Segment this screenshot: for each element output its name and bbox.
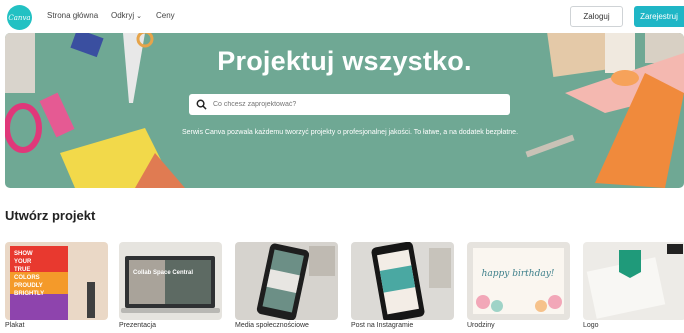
hero-title: Projektuj wszystko. <box>217 46 472 76</box>
canva-logo[interactable]: Canva <box>7 5 32 30</box>
card-social-media-label[interactable]: Media społecznościowe <box>235 322 309 329</box>
signup-button[interactable]: Zarejestruj <box>634 6 684 27</box>
card-birthday[interactable]: happy birthday! <box>467 242 570 320</box>
poster-line-4: COLORS <box>14 275 40 281</box>
nav-discover-menu[interactable]: Odkryj ⌄ <box>111 11 142 20</box>
login-button[interactable]: Zaloguj <box>570 6 623 27</box>
poster-line-5: PROUDLY <box>14 283 43 289</box>
presentation-thumb-text: Collab Space Central <box>133 270 193 276</box>
presentation-thumbnail: Collab Space Central <box>119 242 222 320</box>
card-instagram-post[interactable] <box>351 242 454 320</box>
section-title: Utwórz projekt <box>5 208 96 223</box>
card-instagram-post-label[interactable]: Post na Instagramie <box>351 322 413 329</box>
card-logo[interactable] <box>583 242 684 320</box>
hero-banner: Projektuj wszystko. Serwis Canva pozwala… <box>5 33 684 188</box>
card-presentation[interactable]: Collab Space Central <box>119 242 222 320</box>
poster-line-6: BRIGHTLY <box>14 291 44 297</box>
card-poster-label[interactable]: Plakat <box>5 322 24 329</box>
nav-discover-label: Odkryj <box>111 11 135 20</box>
poster-line-1: SHOW <box>14 251 33 257</box>
top-navigation: Canva Strona główna Odkryj ⌄ Ceny Zaloguj… <box>0 0 684 34</box>
nav-pricing-link[interactable]: Ceny <box>156 11 175 20</box>
card-poster[interactable]: SHOW YOUR TRUE COLORS PROUDLY BRIGHTLY <box>5 242 108 320</box>
poster-line-2: YOUR <box>14 259 32 265</box>
design-search-bar[interactable] <box>189 94 510 115</box>
nav-home-link[interactable]: Strona główna <box>47 11 98 20</box>
social-media-thumbnail <box>235 242 338 320</box>
search-icon <box>196 99 207 110</box>
card-presentation-label[interactable]: Prezentacja <box>119 322 156 329</box>
search-input[interactable] <box>213 101 493 108</box>
chevron-down-icon: ⌄ <box>136 13 142 20</box>
birthday-thumbnail: happy birthday! <box>467 242 570 320</box>
poster-line-3: TRUE <box>14 267 30 273</box>
poster-thumbnail: SHOW YOUR TRUE COLORS PROUDLY BRIGHTLY <box>5 242 108 320</box>
card-birthday-label[interactable]: Urodziny <box>467 322 495 329</box>
card-social-media[interactable] <box>235 242 338 320</box>
logo-thumbnail <box>583 242 684 320</box>
instagram-thumbnail <box>351 242 454 320</box>
birthday-thumb-text: happy birthday! <box>482 269 555 279</box>
hero-subtitle: Serwis Canva pozwala każdemu tworzyć pro… <box>181 129 519 136</box>
card-logo-label[interactable]: Logo <box>583 322 599 329</box>
